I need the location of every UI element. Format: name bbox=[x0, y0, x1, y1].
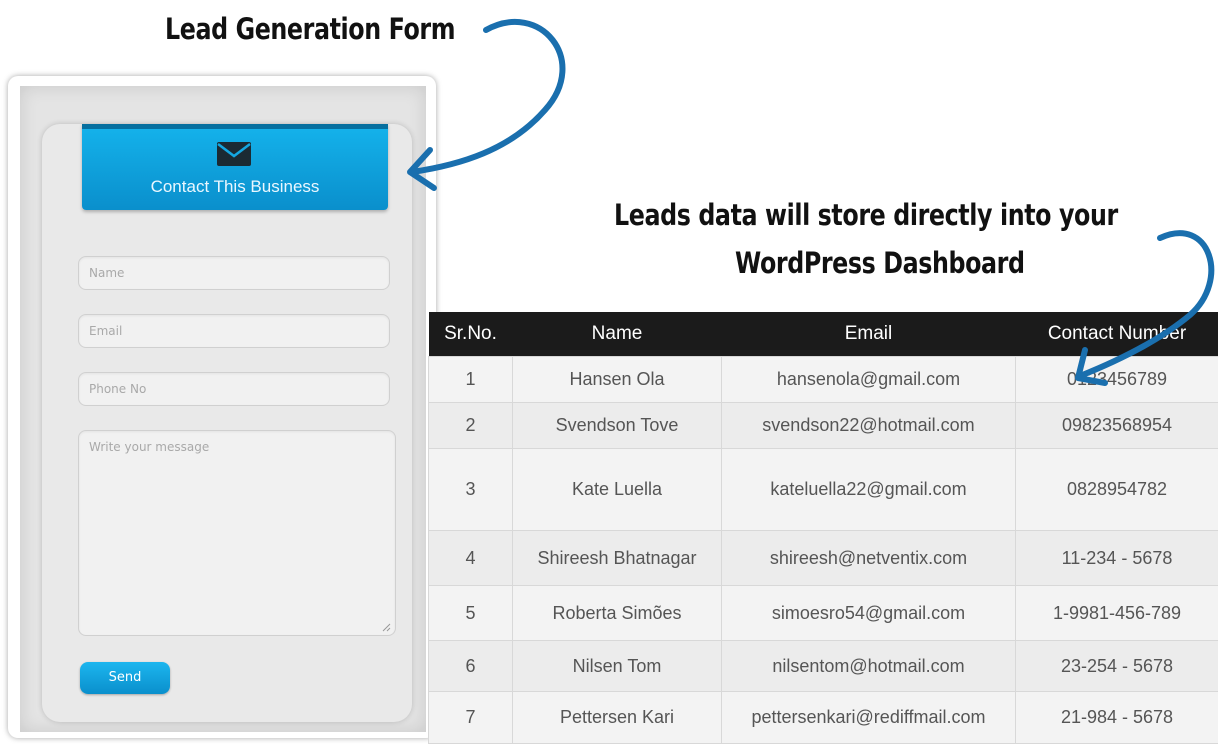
cell-name: Hansen Ola bbox=[513, 357, 722, 403]
cell-srno: 1 bbox=[429, 357, 513, 403]
cell-name: Pettersen Kari bbox=[513, 692, 722, 744]
cell-srno: 6 bbox=[429, 641, 513, 692]
cell-contact: 0828954782 bbox=[1016, 449, 1218, 531]
cell-contact: 1-9981-456-789 bbox=[1016, 586, 1218, 641]
contact-header: Contact This Business bbox=[82, 124, 388, 210]
table-row: 4 Shireesh Bhatnagar shireesh@netventix.… bbox=[429, 531, 1218, 586]
table-row: 3 Kate Luella kateluella22@gmail.com 082… bbox=[429, 449, 1218, 531]
contact-form-widget: Contact This Business Name Email Phone N… bbox=[8, 76, 436, 738]
leads-caption-line2: WordPress Dashboard bbox=[735, 246, 1025, 280]
cell-srno: 4 bbox=[429, 531, 513, 586]
cell-name: Shireesh Bhatnagar bbox=[513, 531, 722, 586]
phone-field[interactable]: Phone No bbox=[78, 372, 390, 406]
cell-email: kateluella22@gmail.com bbox=[722, 449, 1016, 531]
form-background: Contact This Business Name Email Phone N… bbox=[20, 86, 426, 732]
table-row: 7 Pettersen Kari pettersenkari@rediffmai… bbox=[429, 692, 1218, 744]
table-row: 1 Hansen Ola hansenola@gmail.com 0123456… bbox=[429, 357, 1218, 403]
cell-srno: 5 bbox=[429, 586, 513, 641]
column-header-name: Name bbox=[513, 312, 722, 357]
envelope-icon bbox=[216, 141, 252, 167]
message-placeholder: Write your message bbox=[89, 440, 209, 454]
cell-contact: 09823568954 bbox=[1016, 403, 1218, 449]
cell-email: svendson22@hotmail.com bbox=[722, 403, 1016, 449]
cell-srno: 7 bbox=[429, 692, 513, 744]
message-textarea[interactable]: Write your message bbox=[78, 430, 396, 636]
email-field[interactable]: Email bbox=[78, 314, 390, 348]
table-row: 2 Svendson Tove svendson22@hotmail.com 0… bbox=[429, 403, 1218, 449]
cell-srno: 2 bbox=[429, 403, 513, 449]
cell-name: Kate Luella bbox=[513, 449, 722, 531]
cell-email: shireesh@netventix.com bbox=[722, 531, 1016, 586]
contact-form: Contact This Business Name Email Phone N… bbox=[42, 124, 412, 722]
send-button[interactable]: Send bbox=[80, 662, 170, 694]
resize-handle-icon[interactable] bbox=[382, 623, 391, 632]
name-field[interactable]: Name bbox=[78, 256, 390, 290]
column-header-contact: Contact Number bbox=[1016, 312, 1218, 357]
cell-name: Roberta Simões bbox=[513, 586, 722, 641]
cell-name: Svendson Tove bbox=[513, 403, 722, 449]
cell-contact: 11-234 - 5678 bbox=[1016, 531, 1218, 586]
cell-contact: 23-254 - 5678 bbox=[1016, 641, 1218, 692]
cell-contact: 0123456789 bbox=[1016, 357, 1218, 403]
table-row: 6 Nilsen Tom nilsentom@hotmail.com 23-25… bbox=[429, 641, 1218, 692]
cell-email: pettersenkari@rediffmail.com bbox=[722, 692, 1016, 744]
leads-table: Sr.No. Name Email Contact Number 1 Hanse… bbox=[428, 312, 1218, 744]
table-header-row: Sr.No. Name Email Contact Number bbox=[429, 312, 1218, 357]
cell-name: Nilsen Tom bbox=[513, 641, 722, 692]
leads-caption-line1: Leads data will store directly into your bbox=[614, 198, 1118, 232]
contact-title: Contact This Business bbox=[82, 177, 388, 197]
cell-email: simoesro54@gmail.com bbox=[722, 586, 1016, 641]
column-header-srno: Sr.No. bbox=[429, 312, 513, 357]
cell-contact: 21-984 - 5678 bbox=[1016, 692, 1218, 744]
column-header-email: Email bbox=[722, 312, 1016, 357]
table-row: 5 Roberta Simões simoesro54@gmail.com 1-… bbox=[429, 586, 1218, 641]
form-caption: Lead Generation Form bbox=[165, 12, 455, 46]
cell-srno: 3 bbox=[429, 449, 513, 531]
cell-email: hansenola@gmail.com bbox=[722, 357, 1016, 403]
cell-email: nilsentom@hotmail.com bbox=[722, 641, 1016, 692]
